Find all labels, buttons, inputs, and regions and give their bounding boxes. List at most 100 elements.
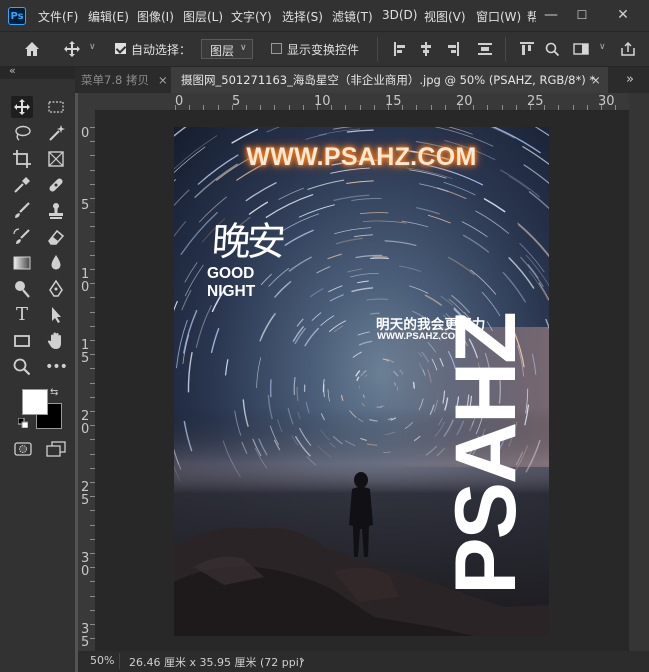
tab-active-document[interactable]: 摄图网_501271163_海岛星空（非企业商用）.jpg @ 50% (PSA… [171, 67, 608, 93]
ruler-tick [317, 105, 318, 110]
minimize-button[interactable]: — [536, 4, 566, 26]
menu-bar: Ps 文件(F) 编辑(E) 图像(I) 图层(L) 文字(Y) 选择(S) 滤… [0, 0, 649, 31]
swap-colors-icon[interactable]: ⇆ [50, 387, 58, 398]
menu-layer[interactable]: 图层(L) [183, 8, 223, 25]
status-menu-icon[interactable]: › [300, 653, 305, 667]
tab-overflow-icon[interactable]: » [626, 72, 634, 87]
ruler-tick [459, 105, 460, 110]
menu-filter[interactable]: 滤镜(T) [332, 8, 373, 25]
menu-window[interactable]: 窗口(W) [476, 8, 521, 25]
show-transform-checkbox[interactable] [271, 43, 282, 54]
divider [505, 37, 506, 61]
magic-wand-icon[interactable] [45, 122, 67, 144]
chevron-down-icon[interactable]: ∨ [89, 42, 96, 52]
photoshop-logo: Ps [8, 7, 26, 25]
zoom-level[interactable]: 50% [90, 654, 114, 667]
divider [377, 37, 378, 61]
title-en-line-1: GOOD [207, 265, 255, 282]
marquee-tool-icon[interactable] [45, 96, 67, 118]
ruler-tick [502, 105, 503, 110]
auto-select-checkbox[interactable] [115, 43, 126, 54]
ruler-tick [573, 105, 574, 110]
foreground-color-swatch[interactable] [22, 389, 48, 415]
menu-3d[interactable]: 3D(D) [382, 8, 417, 22]
brush-tool-icon[interactable] [11, 200, 33, 222]
zoom-tool-icon[interactable] [11, 356, 33, 378]
status-bar: 50% 26.46 厘米 x 35.95 厘米 (72 ppi) › [78, 651, 649, 672]
workspace-icon[interactable] [573, 42, 589, 56]
menu-help[interactable]: 帮 [527, 8, 536, 25]
ruler-tick [431, 105, 432, 110]
move-tool-preset-icon[interactable] [62, 39, 84, 59]
vertical-ruler[interactable]: 0 5 1 0 1 5 2 0 2 5 3 0 3 5 [78, 110, 96, 651]
crop-tool-icon[interactable] [11, 148, 33, 170]
tab-inactive-document[interactable]: 菜单7.8 拷贝 × [75, 67, 171, 93]
show-transform-label: 显示变换控件 [287, 43, 360, 57]
screen-mode-icon[interactable] [46, 441, 66, 457]
frame-tool-icon[interactable] [45, 148, 67, 170]
share-icon[interactable] [620, 41, 636, 56]
document-info[interactable]: 26.46 厘米 x 35.95 厘米 (72 ppi) [129, 654, 303, 670]
ruler-tick [487, 105, 488, 110]
ruler-tick [402, 105, 403, 110]
close-tab-icon[interactable]: × [591, 67, 601, 93]
ruler-tick [516, 105, 517, 110]
ruler-label: 1 0 [81, 267, 90, 295]
search-icon[interactable] [545, 42, 560, 57]
chevron-down-icon[interactable]: ∨ [599, 42, 606, 52]
menu-image[interactable]: 图像(I) [137, 8, 174, 25]
hand-tool-icon[interactable] [45, 330, 67, 352]
ruler-label: 3 5 [81, 622, 90, 650]
align-right-icon[interactable] [446, 42, 460, 56]
tab-label: 摄图网_501271163_海岛星空（非企业商用）.jpg @ 50% (PSA… [181, 73, 596, 87]
default-colors-icon[interactable] [17, 417, 29, 429]
home-icon[interactable] [22, 39, 42, 59]
menu-type[interactable]: 文字(Y) [231, 8, 272, 25]
gradient-tool-icon[interactable] [11, 252, 33, 274]
close-window-button[interactable]: ✕ [608, 4, 638, 26]
history-brush-icon[interactable] [11, 226, 33, 248]
auto-select-mode-dropdown[interactable]: 图层 ∨ [201, 39, 253, 59]
menu-select[interactable]: 选择(S) [282, 8, 323, 25]
menu-view[interactable]: 视图(V) [424, 8, 466, 25]
ruler-label: 0 [81, 126, 90, 141]
ruler-tick [587, 105, 588, 110]
dodge-tool-icon[interactable] [11, 278, 33, 300]
stamp-tool-icon[interactable] [45, 200, 67, 222]
ruler-tick [558, 105, 559, 110]
distribute-icon[interactable] [478, 42, 492, 56]
auto-select-label: 自动选择： [131, 43, 192, 57]
more-tools-icon[interactable]: ••• [45, 356, 68, 378]
ruler-tick [331, 105, 332, 110]
title-en-line-2: NIGHT [207, 283, 256, 300]
path-selection-icon[interactable] [45, 304, 67, 326]
maximize-button[interactable]: ☐ [567, 4, 597, 26]
menu-file[interactable]: 文件(F) [38, 8, 78, 25]
pen-tool-icon[interactable] [45, 278, 67, 300]
horizontal-ruler[interactable]: 0 5 10 15 20 25 30 [78, 93, 629, 111]
align-top-icon[interactable] [520, 42, 534, 56]
collapse-toolbar-icon[interactable]: « [9, 64, 16, 77]
blur-tool-icon[interactable] [45, 252, 67, 274]
vertical-brand-text: PSAHZ [438, 313, 534, 595]
rectangle-tool-icon[interactable] [11, 330, 33, 352]
quick-mask-icon[interactable] [14, 441, 32, 457]
align-left-icon[interactable] [393, 42, 407, 56]
close-tab-icon[interactable]: × [158, 67, 168, 93]
ruler-tick [218, 105, 219, 110]
menu-edit[interactable]: 编辑(E) [88, 8, 129, 25]
eyedropper-icon[interactable] [11, 174, 33, 196]
healing-brush-icon[interactable] [45, 174, 67, 196]
watermark-text: WWW.PSAHZ.COM [246, 143, 477, 171]
eraser-tool-icon[interactable] [45, 226, 67, 248]
lasso-tool-icon[interactable] [11, 122, 33, 144]
ruler-tick [374, 105, 375, 110]
move-tool-icon[interactable] [11, 96, 33, 118]
type-tool-icon[interactable]: T [11, 304, 33, 326]
document-canvas[interactable]: WWW.PSAHZ.COM 晚安 GOOD NIGHT 明天的我会更努力 WWW… [174, 127, 549, 636]
ruler-label: 5 [232, 94, 241, 109]
ruler-tick [232, 105, 233, 110]
align-center-icon[interactable] [419, 42, 433, 56]
ruler-tick [345, 105, 346, 110]
ruler-tick [260, 105, 261, 110]
